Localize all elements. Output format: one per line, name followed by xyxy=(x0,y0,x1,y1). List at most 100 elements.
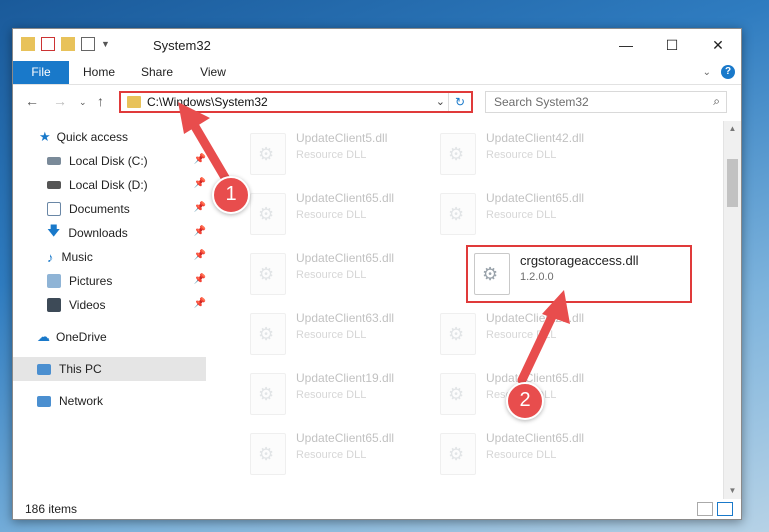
annotation-arrow-2 xyxy=(517,290,570,385)
sidebar-item-label: Quick access xyxy=(56,130,129,144)
network-icon xyxy=(37,395,51,407)
pin-icon: 📌 xyxy=(193,298,206,309)
folder-icon xyxy=(127,96,141,108)
close-button[interactable]: ✕ xyxy=(695,29,741,61)
scrollbar-thumb[interactable] xyxy=(727,159,738,207)
forward-arrow-icon[interactable]: → xyxy=(53,93,67,109)
sidebar-item-label: Music xyxy=(61,250,93,264)
window-title: System32 xyxy=(153,38,211,53)
step-badge-2: 2 xyxy=(506,382,544,420)
vertical-scrollbar[interactable]: ▲ ▼ xyxy=(723,121,741,499)
sidebar-item-music[interactable]: ♪ Music 📌 xyxy=(13,245,206,269)
back-arrow-icon[interactable]: ← xyxy=(25,93,39,109)
item-count: 186 items xyxy=(25,502,78,516)
computer-icon xyxy=(37,363,51,375)
pin-icon: 📌 xyxy=(193,274,206,285)
pictures-icon xyxy=(47,274,61,288)
file-item[interactable]: UpdateClient42.dll Resource DLL xyxy=(434,127,614,179)
sidebar-item-onedrive[interactable]: ☁ OneDrive xyxy=(13,325,206,349)
recent-locations-icon[interactable]: ⌄ xyxy=(79,97,87,108)
dll-file-icon xyxy=(440,433,476,475)
file-name: UpdateClient65.dll xyxy=(486,191,585,205)
sidebar-item-pictures[interactable]: Pictures 📌 xyxy=(13,269,206,293)
documents-icon xyxy=(47,202,61,216)
details-view-icon[interactable] xyxy=(697,502,713,516)
dll-file-icon xyxy=(440,133,476,175)
file-type: Resource DLL xyxy=(296,389,367,401)
sidebar-item-this-pc[interactable]: This PC xyxy=(13,357,206,381)
file-item[interactable]: UpdateClient65.dll Resource DLL xyxy=(244,187,424,239)
file-item[interactable]: UpdateClient65.dll Resource DLL xyxy=(244,247,424,299)
file-name: UpdateClient65.dll xyxy=(296,191,395,205)
tab-home[interactable]: Home xyxy=(75,61,123,84)
sidebar-item-label: Videos xyxy=(69,298,106,312)
new-folder-icon[interactable] xyxy=(61,37,75,51)
dll-file-icon xyxy=(440,373,476,415)
sidebar-item-label: OneDrive xyxy=(56,330,107,344)
drive-icon xyxy=(47,157,61,165)
file-version: 1.2.0.0 xyxy=(520,271,554,283)
properties-icon[interactable] xyxy=(41,37,55,51)
up-arrow-icon[interactable]: ↑ xyxy=(97,93,104,109)
sidebar-item-label: Pictures xyxy=(69,274,113,288)
file-type: Resource DLL xyxy=(296,269,367,281)
sidebar-item-network[interactable]: Network xyxy=(13,389,206,413)
file-item[interactable]: UpdateClient5.dll Resource DLL xyxy=(244,127,424,179)
file-item[interactable]: UpdateClient65.dll Resource DLL xyxy=(244,427,424,479)
address-dropdown-icon[interactable]: ⌄ xyxy=(436,95,445,108)
dll-file-icon xyxy=(440,193,476,235)
view-switcher xyxy=(697,502,733,516)
navigation-bar: ← → ⌄ ↑ C:\Windows\System32 ⌄ ↻ Search S… xyxy=(13,85,741,121)
help-icon[interactable]: ? xyxy=(721,65,735,79)
tab-share[interactable]: Share xyxy=(133,61,181,84)
file-name: UpdateClient65.dll xyxy=(296,251,395,265)
tab-file[interactable]: File xyxy=(13,61,69,84)
layout-icon[interactable] xyxy=(81,37,95,51)
file-list: UpdateClient5.dll Resource DLL UpdateCli… xyxy=(206,121,724,499)
expand-ribbon-icon[interactable]: ⌄ xyxy=(703,67,711,78)
search-placeholder: Search System32 xyxy=(494,95,589,109)
scroll-down-icon[interactable]: ▼ xyxy=(724,483,741,499)
file-type: Resource DLL xyxy=(486,449,557,461)
dll-file-icon xyxy=(250,133,286,175)
minimize-button[interactable]: — xyxy=(603,29,649,61)
ribbon-right: ⌄ ? xyxy=(703,65,735,79)
sidebar-item-downloads[interactable]: 🡇 Downloads 📌 xyxy=(13,221,206,245)
pin-icon: 📌 xyxy=(193,250,206,261)
file-type: Resource DLL xyxy=(296,209,367,221)
large-icons-view-icon[interactable] xyxy=(717,502,733,516)
maximize-button[interactable]: ☐ xyxy=(649,29,695,61)
pin-icon: 📌 xyxy=(193,202,206,213)
dll-file-icon xyxy=(250,193,286,235)
sidebar-item-label: This PC xyxy=(59,362,102,376)
refresh-icon[interactable]: ↻ xyxy=(448,93,471,111)
status-bar: 186 items xyxy=(13,499,741,519)
sidebar-item-videos[interactable]: Videos 📌 xyxy=(13,293,206,317)
file-type: Resource DLL xyxy=(296,329,367,341)
file-item[interactable]: UpdateClient65.dll Resource DLL xyxy=(434,427,614,479)
sidebar-item-label: Local Disk (D:) xyxy=(69,178,148,192)
file-type: Resource DLL xyxy=(296,149,367,161)
file-item[interactable]: UpdateClient63.dll Resource DLL xyxy=(244,307,424,359)
dll-file-icon xyxy=(440,313,476,355)
sidebar-item-documents[interactable]: Documents 📌 xyxy=(13,197,206,221)
file-item[interactable]: UpdateClient19.dll Resource DLL xyxy=(244,367,424,419)
sidebar-item-label: Local Disk (C:) xyxy=(69,154,148,168)
scroll-up-icon[interactable]: ▲ xyxy=(724,121,741,137)
file-name: UpdateClient42.dll xyxy=(486,131,585,145)
tab-view[interactable]: View xyxy=(191,61,235,84)
file-name: UpdateClient63.dll xyxy=(296,311,395,325)
step-badge-1: 1 xyxy=(212,176,250,214)
file-item[interactable]: UpdateClient65.dll Resource DLL xyxy=(434,187,614,239)
sidebar-item-label: Network xyxy=(59,394,104,408)
drive-icon xyxy=(47,181,61,189)
customize-toolbar-icon[interactable]: ▼ xyxy=(101,39,110,49)
file-name: UpdateClient5.dll xyxy=(296,131,388,145)
search-input[interactable]: Search System32 ⌕ xyxy=(485,91,727,113)
file-name: UpdateClient19.dll xyxy=(296,371,395,385)
file-name: UpdateClient65.dll xyxy=(296,431,395,445)
file-type: Resource DLL xyxy=(296,449,367,461)
folder-icon[interactable] xyxy=(21,37,35,51)
music-icon: ♪ xyxy=(47,249,54,265)
ribbon-tabs: File Home Share View ⌄ ? xyxy=(13,61,741,85)
